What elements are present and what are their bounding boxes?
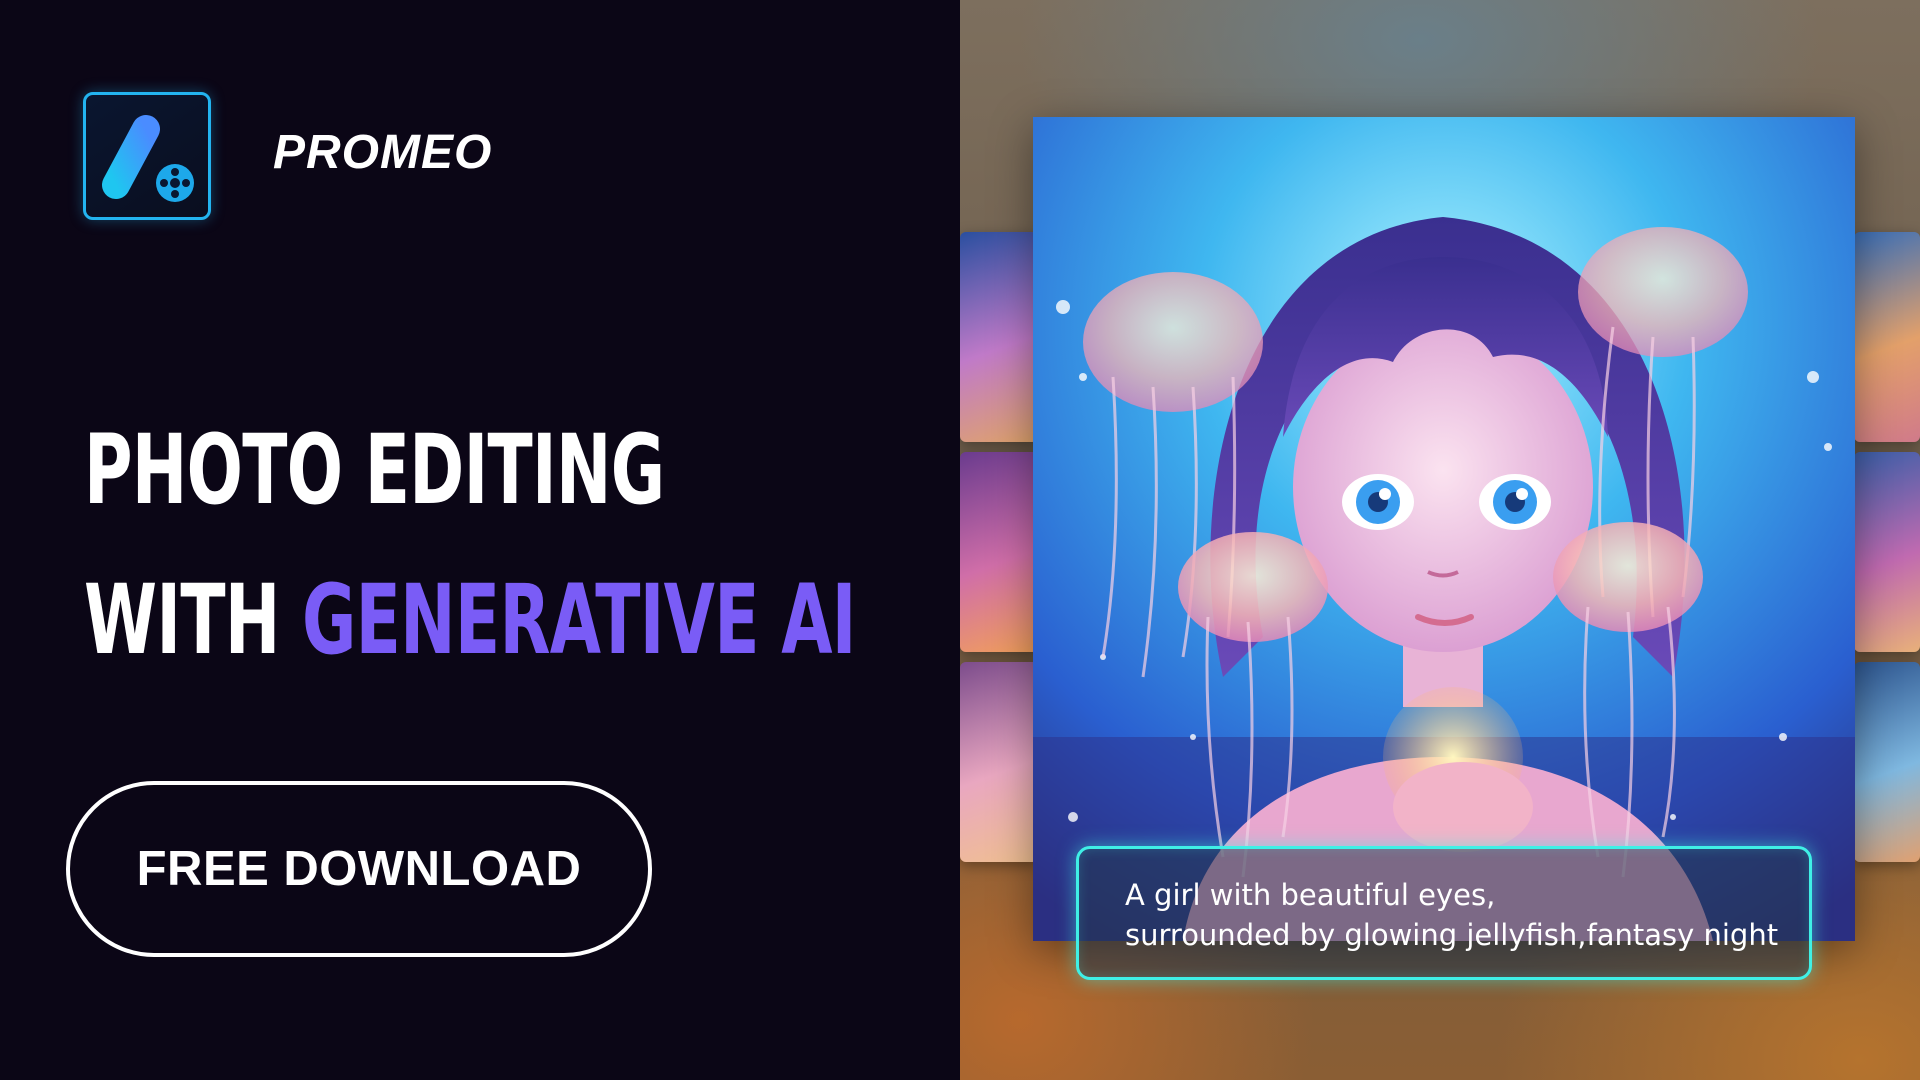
pill-shape [102,115,160,199]
thumbnail-left-3[interactable] [960,662,1038,862]
brand-name: PROMEO [273,126,493,179]
generated-image [1033,117,1855,941]
prompt-caption-box: A girl with beautiful eyes, surrounded b… [1076,846,1812,980]
headline-line-2: WITH GENERATIVE AI [84,545,856,695]
thumbnail-left-1[interactable] [960,232,1038,442]
prompt-line-1: A girl with beautiful eyes, [1125,878,1496,912]
thumbnail-right-3[interactable] [1854,662,1920,862]
headline: PHOTO EDITING WITH GENERATIVE AI [84,395,856,695]
thumbnail-left-2[interactable] [960,452,1038,652]
headline-line-1: PHOTO EDITING [84,414,665,526]
thumbnail-right-1[interactable] [1854,232,1920,442]
promeo-logo-icon [83,92,211,220]
artwork-showcase: A girl with beautiful eyes, surrounded b… [960,0,1920,1080]
prompt-line-2: surrounded by glowing jellyfish,fantasy … [1125,918,1779,952]
thumbnail-right-2[interactable] [1854,452,1920,652]
headline-prefix: WITH [84,564,302,676]
jellyfish-girl-illustration [1033,117,1855,941]
promo-panel: PROMEO PHOTO EDITING WITH GENERATIVE AI … [0,0,960,1080]
app-logo-graphic [102,115,194,202]
film-reel-icon [156,164,194,202]
headline-accent: GENERATIVE AI [301,564,856,676]
free-download-button[interactable]: FREE DOWNLOAD [66,781,652,957]
